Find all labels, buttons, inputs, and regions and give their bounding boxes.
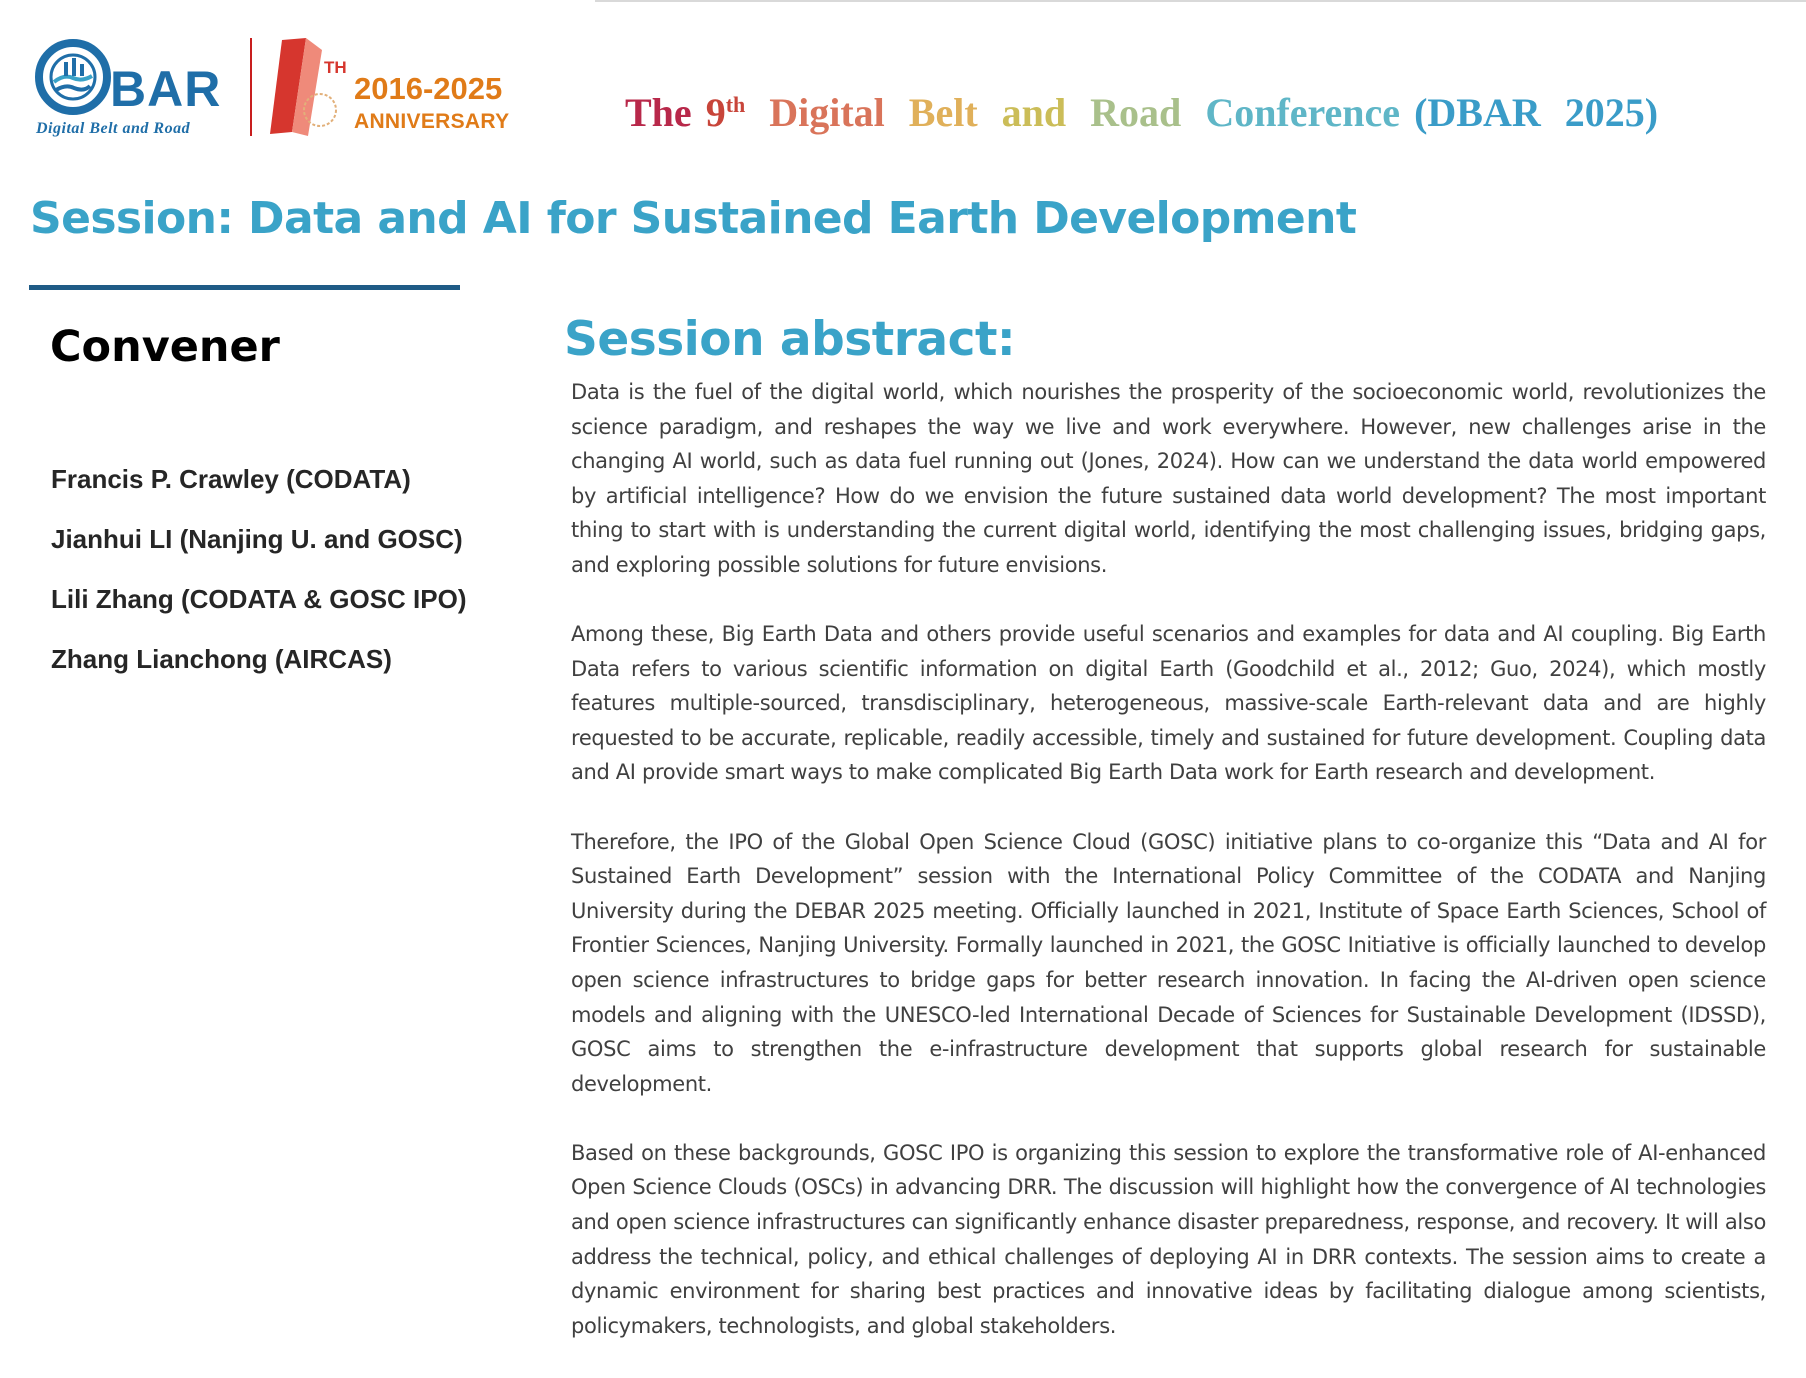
anniversary-label: ANNIVERSARY — [354, 110, 510, 133]
logo-wordmark: BAR — [110, 61, 222, 117]
abstract-paragraph: Data is the fuel of the digital world, w… — [571, 380, 1766, 577]
abstract-paragraph: Among these, Big Earth Data and others p… — [571, 622, 1766, 785]
anniversary-years: 2016-2025 — [354, 71, 503, 106]
anniversary-badge: TH 2016-2025 ANNIVERSARY — [262, 36, 522, 141]
top-divider — [595, 0, 1806, 2]
conf-ordinal-suffix: th — [725, 92, 746, 117]
convener-name: Jianhui LI (Nanjing U. and GOSC) — [51, 524, 463, 554]
convener-name: Francis P. Crawley (CODATA) — [51, 464, 411, 494]
convener-list: Francis P. Crawley (CODATA) Jianhui LI (… — [51, 455, 467, 695]
conf-word-year: 2025) — [1564, 90, 1659, 135]
conf-word-dbar: (DBAR — [1414, 90, 1541, 135]
session-title: Session: Data and AI for Sustained Earth… — [30, 193, 1357, 244]
title-underline — [29, 285, 460, 290]
anniversary-ribbon-icon — [270, 38, 337, 136]
conf-word-and: and — [1001, 90, 1067, 135]
convener-name: Zhang Lianchong (AIRCAS) — [51, 644, 392, 674]
anniversary-ordinal: TH — [324, 58, 347, 77]
abstract-heading: Session abstract: — [564, 312, 1016, 367]
convener-name: Lili Zhang (CODATA & GOSC IPO) — [51, 584, 467, 614]
conf-ordinal-number: 9 — [705, 90, 726, 135]
dbar-globe-icon — [35, 39, 111, 115]
abstract-body: Data is the fuel of the digital world, w… — [571, 375, 1766, 1378]
logo-subtitle: Digital Belt and Road — [36, 120, 191, 137]
conf-word-digital: Digital — [769, 90, 885, 135]
dbar-logo: BAR Digital Belt and Road — [34, 38, 244, 143]
conf-ordinal: 9th — [706, 90, 746, 135]
abstract-paragraph: Therefore, the IPO of the Global Open Sc… — [571, 829, 1766, 1096]
conf-word-the: The — [625, 90, 692, 135]
logo-divider — [250, 38, 252, 136]
conference-title: The 9th Digital Belt and Road Conference … — [625, 80, 1672, 138]
convener-heading: Convener — [50, 322, 280, 372]
conf-word-road: Road — [1090, 90, 1182, 135]
abstract-paragraph: Based on these backgrounds, GOSC IPO is … — [571, 1140, 1766, 1338]
conf-word-conference: Conference — [1205, 90, 1401, 135]
conf-word-belt: Belt — [908, 90, 978, 135]
